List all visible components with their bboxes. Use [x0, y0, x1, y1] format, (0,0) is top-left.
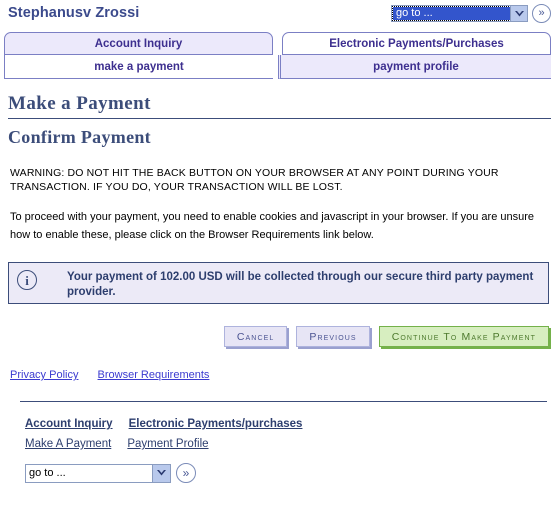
page-header: Stephanusv Zrossi go to ... » [0, 0, 555, 30]
footer-link-electronic-payments-purchases[interactable]: Electronic Payments/purchases [129, 418, 303, 430]
chevron-down-icon[interactable] [152, 464, 170, 482]
header-goto-group: go to ... » [391, 4, 551, 23]
goto-select-top[interactable]: go to ... [391, 5, 528, 22]
privacy-policy-link[interactable]: Privacy Policy [10, 369, 78, 381]
footer-utility-links: Privacy Policy Browser Requirements [10, 369, 555, 381]
goto-select-top-value: go to ... [392, 6, 511, 21]
payment-info-box: i Your payment of 102.00 USD will be col… [8, 262, 549, 304]
goto-select-bottom[interactable]: go to ... [25, 463, 171, 483]
goto-select-bottom-value: go to ... [29, 466, 66, 479]
footer-navigation: Account Inquiry Electronic Payments/purc… [25, 414, 555, 454]
go-button-top[interactable]: » [532, 4, 551, 23]
user-name: Stephanusv Zrossi [8, 5, 140, 21]
footer-goto-group: go to ... » [25, 463, 555, 483]
go-button-bottom[interactable]: » [176, 463, 196, 483]
primary-tab-bar: Account Inquiry Electronic Payments/Purc… [0, 32, 555, 55]
payment-info-message: Your payment of 102.00 USD will be colle… [67, 271, 534, 298]
previous-button[interactable]: Previous [296, 326, 370, 347]
chevron-down-icon[interactable] [510, 6, 527, 21]
page-title: Make a Payment [8, 93, 151, 114]
browser-requirements-link[interactable]: Browser Requirements [98, 369, 210, 381]
footer-divider [20, 401, 547, 402]
tab-payment-profile[interactable]: payment profile [278, 55, 551, 79]
action-button-row: Cancel Previous Continue To Make Payment [0, 326, 555, 347]
tab-make-a-payment[interactable]: make a payment [4, 55, 273, 79]
tab-account-inquiry[interactable]: Account Inquiry [4, 32, 273, 55]
footer-link-make-a-payment[interactable]: Make A Payment [25, 438, 111, 450]
footer-link-account-inquiry[interactable]: Account Inquiry [25, 418, 113, 430]
footer-nav-row-secondary: Make A Payment Payment Profile [25, 434, 555, 454]
footer-link-payment-profile[interactable]: Payment Profile [127, 438, 208, 450]
tab-electronic-payments-purchases[interactable]: Electronic Payments/Purchases [282, 32, 551, 55]
info-circle-icon: i [17, 270, 37, 290]
continue-to-make-payment-button[interactable]: Continue To Make Payment [378, 326, 549, 347]
secondary-tab-bar: make a payment payment profile [0, 55, 555, 79]
instruction-text: To proceed with your payment, you need t… [10, 211, 535, 241]
warning-text: WARNING: DO NOT HIT THE BACK BUTTON ON Y… [10, 167, 499, 193]
section-title: Confirm Payment [8, 127, 151, 147]
footer-nav-row-primary: Account Inquiry Electronic Payments/purc… [25, 414, 555, 434]
cancel-button[interactable]: Cancel [223, 326, 288, 347]
page-title-divider [8, 118, 551, 119]
